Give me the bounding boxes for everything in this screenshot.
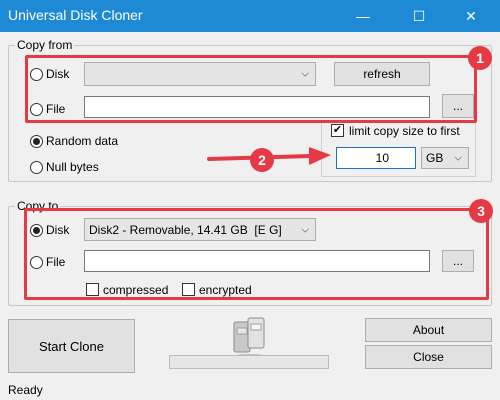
annotation-badge-3: 3 <box>469 199 493 223</box>
null-bytes-radio[interactable] <box>30 161 43 174</box>
about-button[interactable]: About <box>365 318 492 342</box>
copy-from-legend: Copy from <box>15 38 75 52</box>
highlight-box-3 <box>24 208 489 300</box>
disk-clone-icon <box>233 317 266 358</box>
annotation-badge-1: 1 <box>468 46 492 70</box>
limit-size-checkbox[interactable]: ✔ <box>331 124 344 137</box>
chevron-down-icon: ⌵ <box>454 152 462 164</box>
maximize-button[interactable]: ☐ <box>396 0 442 32</box>
highlight-box-1 <box>25 55 477 123</box>
clone-progress-bar <box>169 355 329 369</box>
minimize-button[interactable]: — <box>340 0 386 32</box>
status-text: Ready <box>8 383 43 397</box>
radio-dot <box>33 138 40 145</box>
close-button[interactable]: Close <box>365 345 492 369</box>
close-window-button[interactable]: ✕ <box>448 0 494 32</box>
limit-unit-select[interactable]: GB ⌵ <box>421 147 469 169</box>
random-data-label: Random data <box>46 134 119 148</box>
annotation-badge-2: 2 <box>250 148 274 172</box>
window-title: Universal Disk Cloner <box>8 7 143 23</box>
start-clone-button[interactable]: Start Clone <box>8 319 135 373</box>
null-bytes-label: Null bytes <box>46 160 99 174</box>
random-data-radio[interactable] <box>30 135 43 148</box>
limit-size-input[interactable]: 10 <box>336 147 416 169</box>
limit-size-label: limit copy size to first <box>349 124 460 138</box>
limit-unit-value: GB <box>426 151 444 165</box>
